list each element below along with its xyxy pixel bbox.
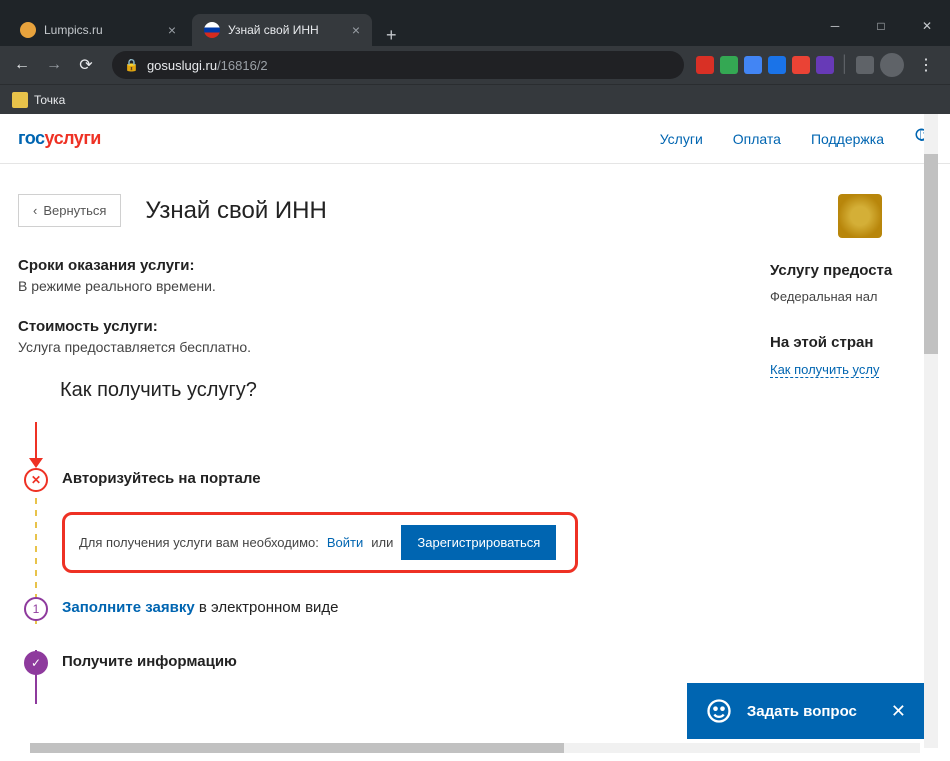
reload-button[interactable]: ⟳ xyxy=(72,51,100,79)
bookmark-label: Точка xyxy=(34,93,65,107)
scrollbar-thumb[interactable] xyxy=(30,743,564,753)
forward-button[interactable]: → xyxy=(40,51,68,79)
browser-tab-active[interactable]: Узнай свой ИНН × xyxy=(192,14,372,46)
step-title: Заполните заявку в электронном виде xyxy=(62,597,339,616)
divider: │ xyxy=(840,56,850,74)
url-input[interactable]: 🔒 gosuslugi.ru/16816/2 xyxy=(112,51,684,79)
back-button[interactable]: ← xyxy=(8,51,36,79)
howto-title: Как получить услугу? xyxy=(60,379,578,402)
chevron-left-icon: ‹ xyxy=(33,203,37,218)
register-button[interactable]: Зарегистрироваться xyxy=(401,525,556,560)
headset-icon xyxy=(705,697,733,725)
chat-label: Задать вопрос xyxy=(747,703,857,720)
extension-icon[interactable] xyxy=(816,56,834,74)
new-tab-button[interactable]: + xyxy=(376,25,407,46)
page-content: госуслуги Услуги Оплата Поддержка ⚿ ‹ Ве… xyxy=(0,114,950,761)
bookmarks-bar: Точка xyxy=(0,84,950,114)
folder-icon xyxy=(12,92,28,108)
agency-emblem-icon xyxy=(838,194,882,238)
cost-title: Стоимость услуги: xyxy=(18,318,578,335)
step-item: 1 Заполните заявку в электронном виде xyxy=(24,597,578,621)
cost-text: Услуга предоставляется бесплатно. xyxy=(18,339,578,355)
close-icon[interactable]: ✕ xyxy=(891,701,906,722)
tab-favicon xyxy=(204,22,220,38)
tab-favicon xyxy=(20,22,36,38)
nav-services[interactable]: Услуги xyxy=(660,131,703,147)
lock-icon: 🔒 xyxy=(124,58,139,72)
tab-title: Узнай свой ИНН xyxy=(228,23,319,37)
bookmark-item[interactable]: Точка xyxy=(12,92,65,108)
step-item: ✓ Получите информацию xyxy=(24,651,578,675)
close-icon[interactable]: × xyxy=(168,22,176,38)
timing-title: Сроки оказания услуги: xyxy=(18,257,578,274)
auth-or: или xyxy=(371,535,393,550)
nav-payment[interactable]: Оплата xyxy=(733,131,781,147)
url-text: gosuslugi.ru/16816/2 xyxy=(147,58,268,73)
auth-callout: Для получения услуги вам необходимо: Вой… xyxy=(62,512,578,573)
provider-text: Федеральная нал xyxy=(770,289,950,304)
arrow-down-icon xyxy=(29,458,43,468)
chat-widget[interactable]: Задать вопрос ✕ xyxy=(687,683,924,739)
horizontal-scrollbar[interactable] xyxy=(30,743,920,753)
tab-strip: Lumpics.ru × Узнай свой ИНН × + ─ □ ✕ xyxy=(0,10,950,46)
extension-icon[interactable] xyxy=(696,56,714,74)
maximize-button[interactable]: □ xyxy=(858,10,904,42)
sidebar: Услугу предоста Федеральная нал На этой … xyxy=(770,194,950,695)
onpage-title: На этой стран xyxy=(770,334,950,351)
back-link-button[interactable]: ‹ Вернуться xyxy=(18,194,121,227)
extension-icon[interactable] xyxy=(744,56,762,74)
extension-icon[interactable] xyxy=(768,56,786,74)
reading-list-icon[interactable] xyxy=(856,56,874,74)
step-marker-number-icon: 1 xyxy=(24,597,48,621)
step-connector xyxy=(35,422,37,462)
scrollbar-thumb[interactable] xyxy=(924,154,938,354)
back-label: Вернуться xyxy=(43,203,106,218)
page-title: Узнай свой ИНН xyxy=(145,197,326,225)
extension-icon[interactable] xyxy=(720,56,738,74)
vertical-scrollbar[interactable] xyxy=(924,114,938,748)
address-bar: ← → ⟳ 🔒 gosuslugi.ru/16816/2 │ ⋮ xyxy=(0,46,950,84)
extension-icon[interactable] xyxy=(792,56,810,74)
site-header: госуслуги Услуги Оплата Поддержка ⚿ xyxy=(0,114,950,164)
auth-prefix: Для получения услуги вам необходимо: xyxy=(79,535,319,550)
login-link[interactable]: Войти xyxy=(327,535,363,550)
main-content: ‹ Вернуться Узнай свой ИНН Сроки оказани… xyxy=(18,194,578,695)
step-item: ✕ Авторизуйтесь на портале xyxy=(24,468,578,492)
close-window-button[interactable]: ✕ xyxy=(904,10,950,42)
nav-support[interactable]: Поддержка xyxy=(811,131,884,147)
step-title: Авторизуйтесь на портале xyxy=(62,468,261,487)
step-title: Получите информацию xyxy=(62,651,237,670)
steps-list: ✕ Авторизуйтесь на портале Для получения… xyxy=(24,422,578,675)
step-marker-error-icon: ✕ xyxy=(24,468,48,492)
extension-icons: │ ⋮ xyxy=(696,53,942,77)
minimize-button[interactable]: ─ xyxy=(812,10,858,42)
tab-title: Lumpics.ru xyxy=(44,23,103,37)
browser-tab-inactive[interactable]: Lumpics.ru × xyxy=(8,14,188,46)
close-icon[interactable]: × xyxy=(352,22,360,38)
site-logo[interactable]: госуслуги xyxy=(18,128,101,149)
menu-button[interactable]: ⋮ xyxy=(910,55,942,75)
profile-avatar[interactable] xyxy=(880,53,904,77)
window-titlebar xyxy=(0,0,950,10)
step-marker-check-icon: ✓ xyxy=(24,651,48,675)
step-link[interactable]: Заполните заявку xyxy=(62,599,195,616)
timing-text: В режиме реального времени. xyxy=(18,278,578,294)
provider-title: Услугу предоста xyxy=(770,262,950,279)
onpage-link[interactable]: Как получить услу xyxy=(770,362,879,378)
